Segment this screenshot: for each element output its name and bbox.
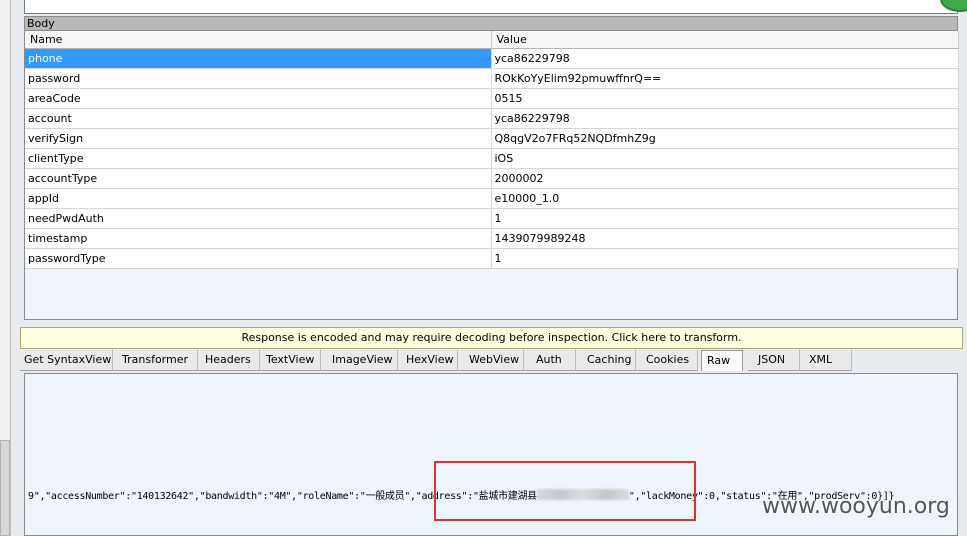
tab-headers[interactable]: Headers bbox=[198, 350, 260, 371]
table-row[interactable]: verifySign Q8qgV2o7FRq52NQDfmhZ9g bbox=[25, 128, 959, 149]
table-row[interactable]: timestamp 1439079989248 bbox=[25, 228, 959, 249]
tab-caching[interactable]: Caching bbox=[576, 350, 636, 371]
request-pane-top bbox=[24, 0, 958, 14]
table-row[interactable]: accountType 2000002 bbox=[25, 168, 959, 189]
param-value-cell[interactable]: 1 bbox=[491, 208, 959, 229]
tab-transformer[interactable]: Transformer bbox=[113, 350, 198, 371]
param-name-cell[interactable]: verifySign bbox=[25, 128, 492, 149]
table-row[interactable]: password ROkKoYyElim92pmuwffnrQ== bbox=[25, 68, 959, 89]
response-encoded-banner[interactable]: Response is encoded and may require deco… bbox=[20, 327, 963, 349]
column-header-value[interactable]: Value bbox=[491, 31, 959, 49]
tab-imageview[interactable]: ImageView bbox=[321, 350, 398, 371]
param-value-cell[interactable]: yca86229798 bbox=[491, 48, 959, 69]
param-value-cell[interactable]: 0515 bbox=[491, 88, 959, 109]
tab-json[interactable]: JSON bbox=[748, 350, 800, 371]
param-name-cell[interactable]: account bbox=[25, 108, 492, 129]
param-name-cell[interactable]: accountType bbox=[25, 168, 492, 189]
tab-get-syntaxview[interactable]: Get SyntaxView bbox=[20, 350, 113, 371]
address-highlight-box bbox=[434, 461, 696, 521]
table-row[interactable]: passwordType 1 bbox=[25, 248, 959, 269]
tab-xml[interactable]: XML bbox=[800, 350, 852, 371]
table-row[interactable]: account yca86229798 bbox=[25, 108, 959, 129]
param-name-cell[interactable]: passwordType bbox=[25, 248, 492, 269]
body-params-grid: Name Value phone yca86229798 password ROkKo… bbox=[24, 31, 959, 320]
tab-hexview[interactable]: HexView bbox=[398, 350, 458, 371]
param-value-cell[interactable]: ROkKoYyElim92pmuwffnrQ== bbox=[491, 68, 959, 89]
column-header-name[interactable]: Name bbox=[25, 31, 492, 49]
tab-auth[interactable]: Auth bbox=[524, 350, 576, 371]
body-section-title: Body bbox=[24, 16, 958, 31]
param-name-cell[interactable]: areaCode bbox=[25, 88, 492, 109]
param-name-cell[interactable]: clientType bbox=[25, 148, 492, 169]
tab-textview[interactable]: TextView bbox=[260, 350, 321, 371]
response-tabs: Get SyntaxView Transformer Headers TextV… bbox=[20, 350, 963, 371]
table-row[interactable]: needPwdAuth 1 bbox=[25, 208, 959, 229]
left-scrollbar[interactable] bbox=[0, 440, 10, 536]
param-value-cell[interactable]: 1 bbox=[491, 248, 959, 269]
param-value-cell[interactable]: e10000_1.0 bbox=[491, 188, 959, 209]
param-name-cell[interactable]: needPwdAuth bbox=[25, 208, 492, 229]
param-name-cell[interactable]: appId bbox=[25, 188, 492, 209]
param-value-cell[interactable]: iOS bbox=[491, 148, 959, 169]
param-value-cell[interactable]: yca86229798 bbox=[491, 108, 959, 129]
table-row[interactable]: appId e10000_1.0 bbox=[25, 188, 959, 209]
param-value-cell[interactable]: Q8qgV2o7FRq52NQDfmhZ9g bbox=[491, 128, 959, 149]
param-name-cell[interactable]: phone bbox=[25, 48, 492, 69]
tab-cookies[interactable]: Cookies bbox=[636, 350, 698, 371]
table-row[interactable]: areaCode 0515 bbox=[25, 88, 959, 109]
table-row[interactable]: clientType iOS bbox=[25, 148, 959, 169]
watermark: www.wooyun.org bbox=[762, 494, 950, 519]
table-row[interactable]: phone yca86229798 bbox=[25, 48, 959, 69]
param-value-cell[interactable]: 1439079989248 bbox=[491, 228, 959, 249]
param-name-cell[interactable]: timestamp bbox=[25, 228, 492, 249]
tab-webview[interactable]: WebView bbox=[458, 350, 524, 371]
param-name-cell[interactable]: password bbox=[25, 68, 492, 89]
tab-raw[interactable]: Raw bbox=[701, 350, 743, 371]
param-value-cell[interactable]: 2000002 bbox=[491, 168, 959, 189]
